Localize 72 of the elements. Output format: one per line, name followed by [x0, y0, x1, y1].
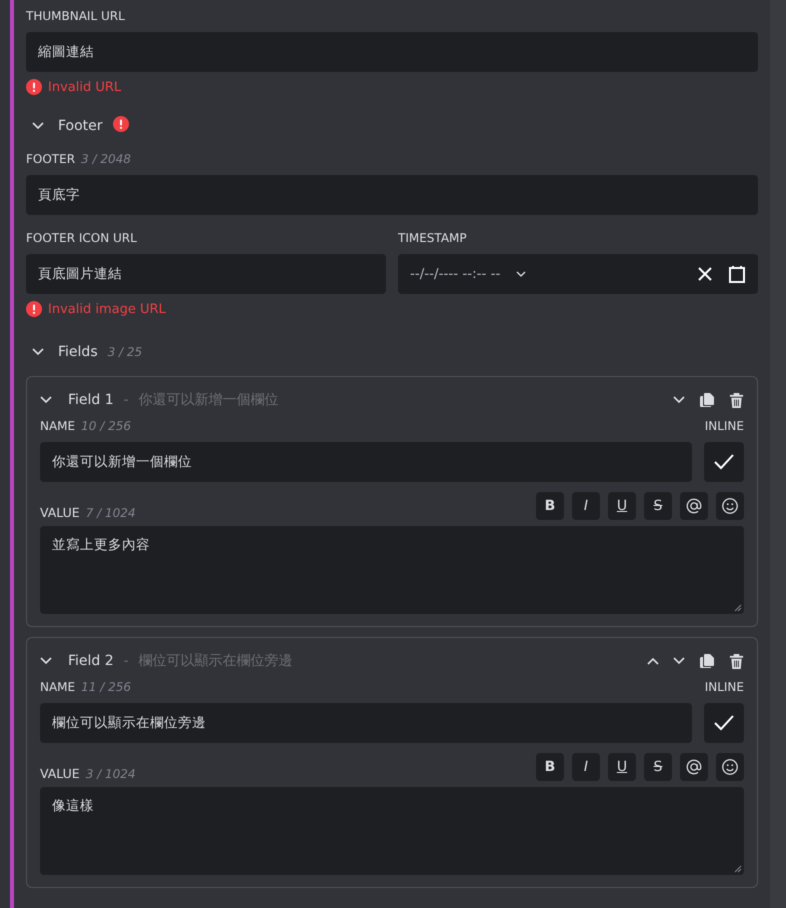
inline-checkbox[interactable]	[704, 703, 744, 743]
resize-handle-icon[interactable]	[734, 865, 742, 873]
error-icon	[112, 116, 129, 132]
error-message: Invalid URL	[48, 80, 122, 94]
resize-handle-icon[interactable]	[734, 604, 742, 612]
collapse-icon[interactable]	[40, 657, 52, 665]
mention-button[interactable]	[680, 753, 708, 781]
mention-button[interactable]	[680, 492, 708, 520]
section-title[interactable]: Fields	[58, 344, 98, 360]
char-counter: 7 / 1024	[86, 506, 136, 520]
format-button[interactable]: B	[536, 492, 564, 520]
format-button[interactable]: I	[572, 753, 600, 781]
name-field[interactable]: 欄位可以顯示在欄位旁邊	[40, 703, 692, 743]
collapse-icon[interactable]	[40, 396, 52, 404]
field-label: INLINE	[704, 419, 744, 433]
field-title: Field 2	[68, 653, 114, 669]
field-label: TIMESTAMP	[398, 231, 467, 245]
field-preview: 你還可以新增一個欄位	[138, 391, 279, 409]
field-label: VALUE	[40, 505, 80, 520]
smiley-icon	[721, 758, 739, 776]
field-count: 3 / 25	[108, 345, 142, 359]
calendar-icon[interactable]	[728, 265, 746, 283]
section-title[interactable]: Footer	[58, 118, 103, 134]
copy-icon[interactable]	[699, 392, 715, 408]
date-time-text: --/--/---- --:-- --	[410, 266, 500, 282]
value-field[interactable]: 像這樣	[40, 787, 744, 875]
format-button[interactable]: I	[572, 492, 600, 520]
emoji-button[interactable]	[716, 753, 744, 781]
char-counter: 3 / 2048	[81, 152, 131, 166]
smiley-icon	[721, 497, 739, 515]
format-button[interactable]: U	[608, 753, 636, 781]
name-field[interactable]: 你還可以新增一個欄位	[40, 442, 692, 482]
char-counter: 3 / 1024	[86, 767, 136, 781]
field-label: FOOTER	[26, 152, 76, 166]
emoji-button[interactable]	[716, 492, 744, 520]
field-preview: 欄位可以顯示在欄位旁邊	[138, 652, 293, 670]
trash-icon[interactable]	[729, 652, 744, 670]
format-button[interactable]: S	[644, 492, 672, 520]
separator: -	[124, 392, 129, 408]
footer-field[interactable]: 頁底字	[26, 175, 758, 215]
error-icon	[26, 79, 42, 95]
char-counter: 11 / 256	[81, 680, 131, 694]
error-icon	[26, 301, 42, 317]
timestamp-field[interactable]: --/--/---- --:-- --	[398, 254, 758, 294]
field-title: Field 1	[68, 392, 114, 408]
at-icon	[685, 758, 703, 776]
error-message: Invalid image URL	[48, 302, 166, 316]
url-field[interactable]: 縮圖連結	[26, 32, 758, 72]
field-label: FOOTER ICON URL	[26, 231, 137, 245]
clear-icon[interactable]	[698, 267, 712, 281]
field-label: INLINE	[704, 680, 744, 694]
field-label: NAME	[40, 680, 76, 694]
field-label: VALUE	[40, 766, 80, 781]
move-down-icon[interactable]	[673, 657, 685, 665]
collapse-icon[interactable]	[32, 348, 44, 356]
move-down-icon[interactable]	[673, 396, 685, 404]
format-button[interactable]: U	[608, 492, 636, 520]
inline-checkbox[interactable]	[704, 442, 744, 482]
collapse-icon[interactable]	[32, 122, 44, 130]
format-button[interactable]: S	[644, 753, 672, 781]
char-counter: 10 / 256	[81, 419, 131, 433]
url-field[interactable]: 頁底圖片連結	[26, 254, 386, 294]
move-up-icon[interactable]	[647, 657, 659, 665]
trash-icon[interactable]	[729, 392, 744, 408]
copy-icon[interactable]	[699, 653, 715, 669]
value-field[interactable]: 並寫上更多內容	[40, 526, 744, 614]
separator: -	[124, 653, 129, 669]
field-label: THUMBNAIL URL	[26, 9, 125, 23]
field-label: NAME	[40, 419, 76, 433]
format-button[interactable]: B	[536, 753, 564, 781]
dropdown-icon[interactable]	[516, 271, 526, 277]
at-icon	[685, 497, 703, 515]
